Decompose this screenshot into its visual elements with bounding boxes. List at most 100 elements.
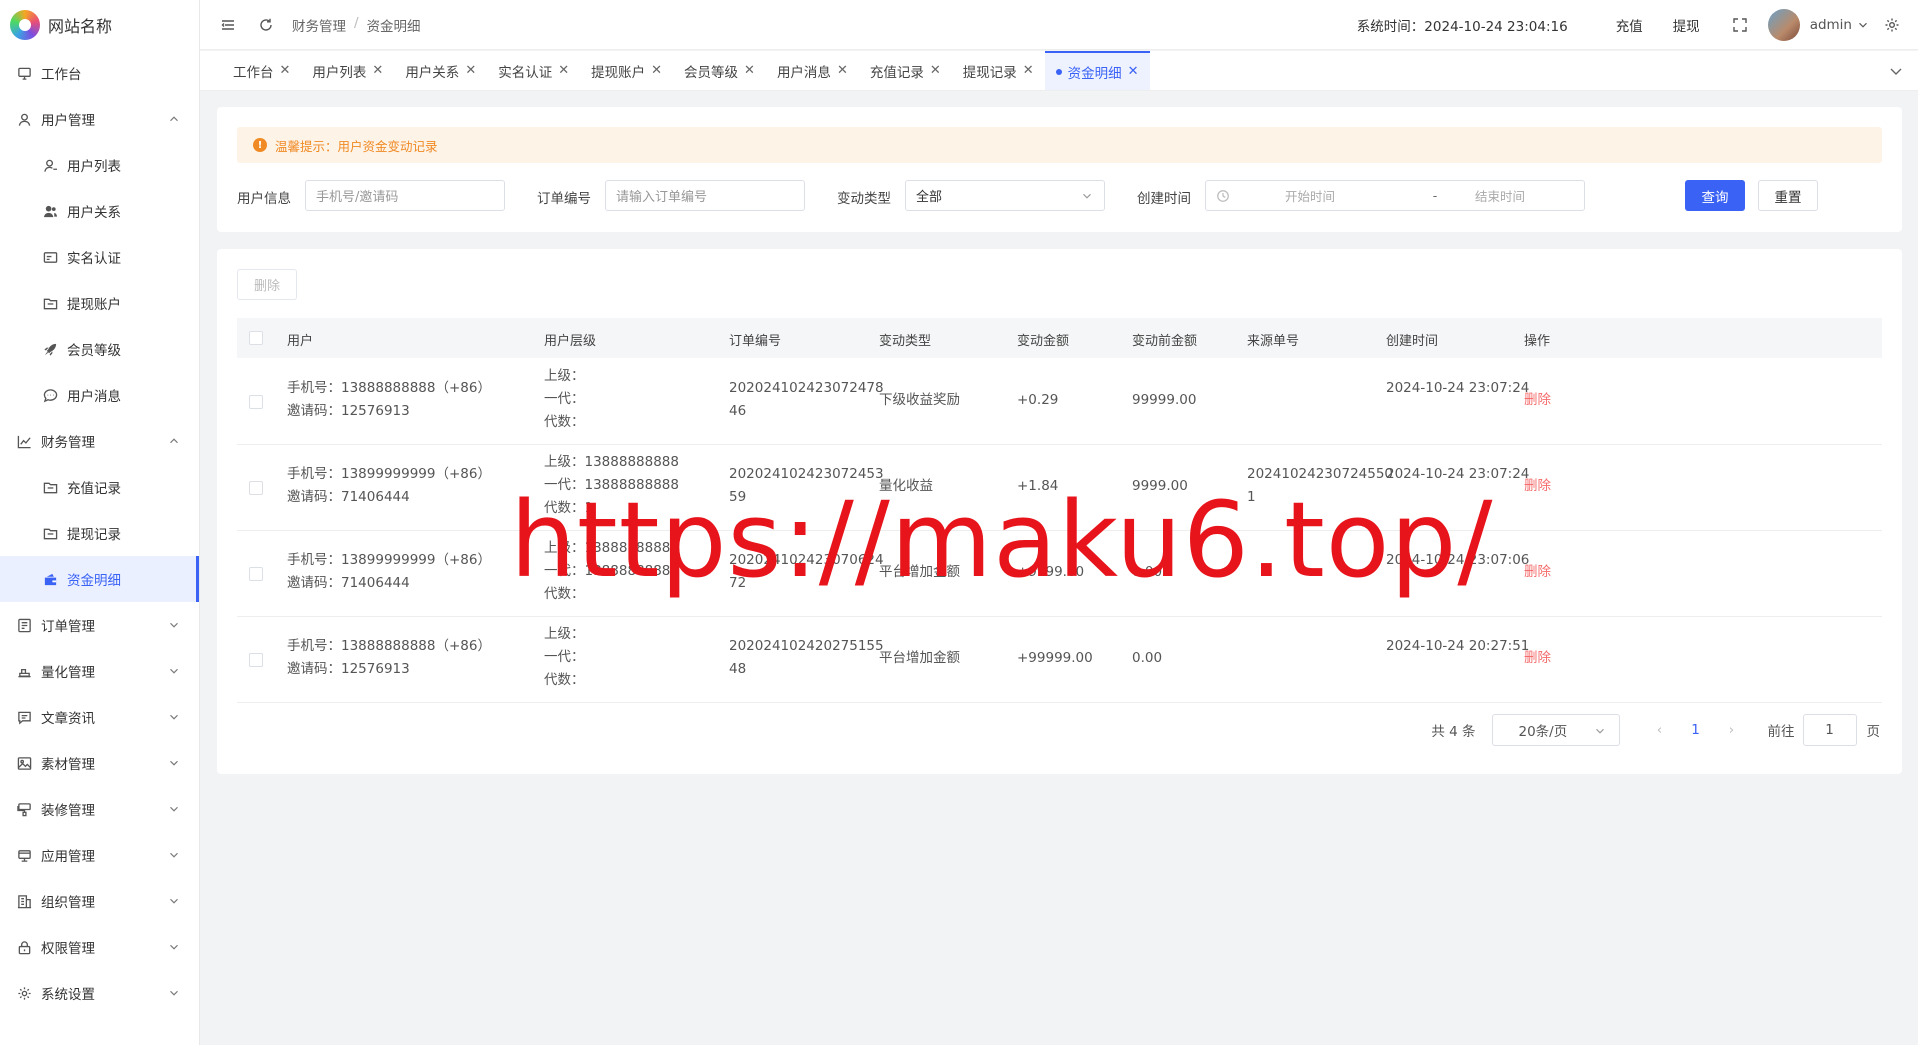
table-card: 删除 用户 用户层级 订单编号 变动类型 变动金额 变动前金额 来源单号 创建时间 操作 手机号… — [217, 249, 1902, 774]
date-range-picker[interactable]: 开始时间 - 结束时间 — [1205, 180, 1585, 211]
select-all-checkbox[interactable] — [249, 331, 263, 345]
page-size-select[interactable]: 20条/页 — [1491, 714, 1620, 746]
cell-text: 手机号：13899999999（+86） — [287, 552, 491, 568]
brand[interactable]: 网站名称 — [0, 0, 199, 50]
cell-op[interactable]: 删除 — [1524, 561, 1551, 584]
sidebar-item[interactable]: 会员等级 — [0, 326, 199, 372]
top-header: 财务管理 / 资金明细 系统时间：2024-10-24 23:04:16 充值 … — [200, 0, 1918, 50]
tab-item[interactable]: 用户列表 ✕ — [301, 51, 394, 90]
tab-item[interactable]: 工作台 ✕ — [222, 51, 301, 90]
close-icon[interactable]: ✕ — [280, 63, 291, 78]
building-icon — [16, 893, 32, 909]
page-number[interactable]: 1 — [1686, 722, 1706, 738]
sidebar-item-label: 文章资讯 — [41, 711, 95, 727]
prev-page-icon[interactable]: ‹ — [1650, 722, 1670, 738]
close-icon[interactable]: ✕ — [651, 63, 662, 78]
sidebar-item[interactable]: 用户管理 — [0, 96, 199, 142]
user-name[interactable]: admin — [1810, 17, 1852, 33]
query-button[interactable]: 查询 — [1685, 180, 1745, 211]
cell-text: 代数： — [544, 586, 585, 602]
sidebar-item[interactable]: 权限管理 — [0, 924, 199, 970]
tab-item[interactable]: 提现账户 ✕ — [580, 51, 673, 90]
sidebar-item[interactable]: 资金明细 — [0, 556, 199, 602]
tab-item[interactable]: 充值记录 ✕ — [859, 51, 952, 90]
cell-text[interactable]: 删除 — [1524, 389, 1551, 412]
withdraw-link[interactable]: 提现 — [1673, 15, 1700, 35]
tab-label: 用户列表 — [312, 64, 367, 81]
sidebar-item[interactable]: 实名认证 — [0, 234, 199, 280]
sidebar-item[interactable]: 系统设置 — [0, 970, 199, 1016]
sidebar-item[interactable]: 工作台 — [0, 50, 199, 96]
breadcrumb-item[interactable]: 财务管理 — [292, 15, 346, 35]
cell-op[interactable]: 删除 — [1524, 475, 1551, 498]
batch-delete-button[interactable]: 删除 — [237, 269, 297, 300]
monitor-icon — [16, 65, 32, 81]
sidebar-item[interactable]: 量化管理 — [0, 648, 199, 694]
sidebar-item-label: 会员等级 — [67, 343, 121, 359]
sidebar-item[interactable]: 用户列表 — [0, 142, 199, 188]
close-icon[interactable]: ✕ — [1128, 64, 1139, 79]
avatar[interactable] — [1767, 9, 1800, 41]
sidebar-item[interactable]: 提现记录 — [0, 510, 199, 556]
cell-level: 上级： 一代： 代数： — [544, 623, 585, 692]
sidebar-item[interactable]: 素材管理 — [0, 740, 199, 786]
cell-text: 手机号：13888888888（+86） — [287, 638, 491, 654]
user-info-input[interactable]: 手机号/邀请码 — [305, 180, 505, 211]
close-icon[interactable]: ✕ — [558, 63, 569, 78]
close-icon[interactable]: ✕ — [930, 63, 941, 78]
gear-icon[interactable] — [1882, 15, 1902, 35]
fullscreen-icon[interactable] — [1730, 15, 1750, 35]
row-checkbox[interactable] — [249, 653, 263, 667]
cell-text[interactable]: 删除 — [1524, 475, 1551, 498]
menu-toggle-icon[interactable] — [218, 15, 238, 35]
folder-icon — [42, 525, 58, 541]
sidebar-item[interactable]: 财务管理 — [0, 418, 199, 464]
refresh-icon[interactable] — [256, 15, 276, 35]
breadcrumb: 财务管理 / 资金明细 — [292, 15, 421, 35]
close-icon[interactable]: ✕ — [1023, 63, 1034, 78]
start-time-placeholder[interactable]: 开始时间 — [1285, 186, 1395, 205]
reset-button[interactable]: 重置 — [1758, 180, 1818, 211]
sidebar-item[interactable]: 订单管理 — [0, 602, 199, 648]
recharge-link[interactable]: 充值 — [1616, 15, 1643, 35]
row-checkbox[interactable] — [249, 567, 263, 581]
sidebar-item[interactable]: 组织管理 — [0, 878, 199, 924]
cell-text: 量化收益 — [879, 478, 933, 494]
goto-page-input[interactable]: 1 — [1802, 714, 1857, 746]
tab-item[interactable]: 用户关系 ✕ — [394, 51, 487, 90]
cell-text[interactable]: 删除 — [1524, 647, 1551, 670]
chevron-down-icon[interactable] — [1888, 63, 1904, 79]
sidebar-item[interactable]: 充值记录 — [0, 464, 199, 510]
tab-item[interactable]: 资金明细 ✕ — [1044, 51, 1150, 90]
sidebar-item[interactable]: 文章资讯 — [0, 694, 199, 740]
tab-item[interactable]: 会员等级 ✕ — [673, 51, 766, 90]
end-time-placeholder[interactable]: 结束时间 — [1475, 186, 1575, 205]
tab-label: 用户关系 — [405, 64, 460, 81]
chevron-down-icon[interactable] — [1856, 15, 1870, 35]
order-input[interactable]: 请输入订单编号 — [605, 180, 805, 211]
sidebar-item[interactable]: 装修管理 — [0, 786, 199, 832]
tab-item[interactable]: 用户消息 ✕ — [766, 51, 859, 90]
sidebar-item[interactable]: 应用管理 — [0, 832, 199, 878]
cell-op[interactable]: 删除 — [1524, 647, 1551, 670]
close-icon[interactable]: ✕ — [744, 63, 755, 78]
close-icon[interactable]: ✕ — [837, 63, 848, 78]
wallet-icon — [42, 571, 58, 587]
cell-text: 2024-10-24 23:07:24 — [1386, 380, 1530, 396]
tab-item[interactable]: 实名认证 ✕ — [487, 51, 580, 90]
cell-op[interactable]: 删除 — [1524, 389, 1551, 412]
sidebar-item[interactable]: 用户消息 — [0, 372, 199, 418]
close-icon[interactable]: ✕ — [465, 63, 476, 78]
close-icon[interactable]: ✕ — [372, 63, 383, 78]
type-select[interactable]: 全部 — [905, 180, 1105, 211]
row-checkbox[interactable] — [249, 481, 263, 495]
sidebar-item[interactable]: 提现账户 — [0, 280, 199, 326]
image-icon — [16, 755, 32, 771]
cell-user: 手机号：13888888888（+86） 邀请码：12576913 — [287, 635, 491, 681]
sidebar-item[interactable]: 用户关系 — [0, 188, 199, 234]
sidebar-item-label: 权限管理 — [41, 941, 95, 957]
tab-item[interactable]: 提现记录 ✕ — [952, 51, 1045, 90]
row-checkbox[interactable] — [249, 395, 263, 409]
cell-text[interactable]: 删除 — [1524, 561, 1551, 584]
next-page-icon[interactable]: › — [1722, 722, 1742, 738]
